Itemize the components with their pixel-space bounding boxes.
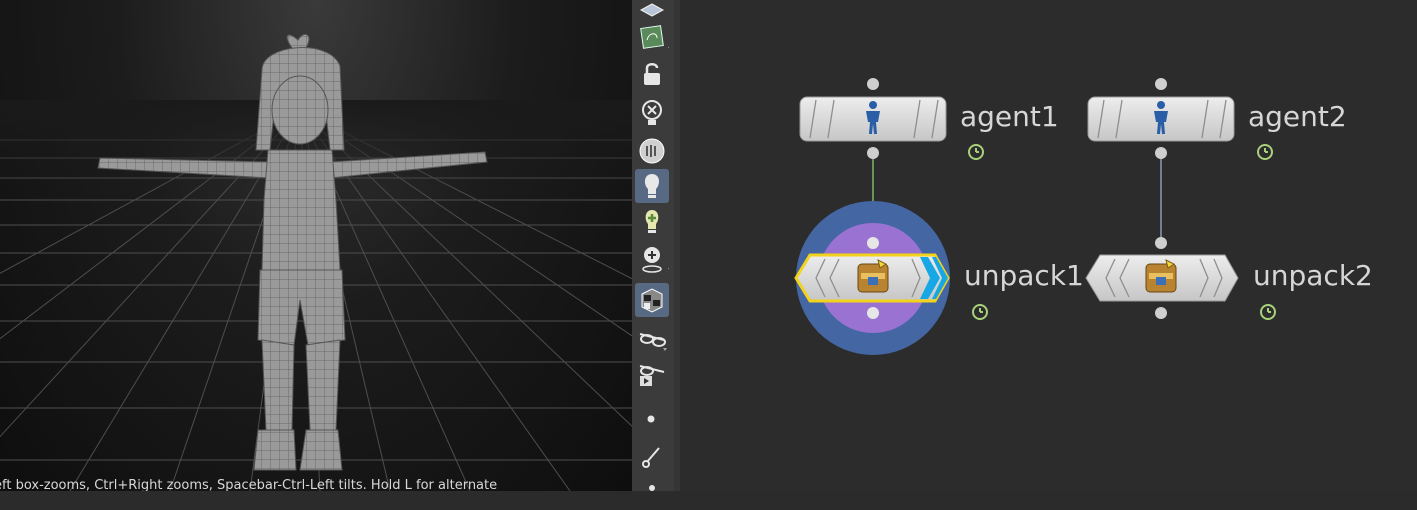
- clock-badge-icon: [968, 144, 984, 160]
- light-bulb-button[interactable]: [635, 169, 669, 203]
- treasure-chest-icon: [857, 259, 889, 293]
- light-target-icon: [642, 247, 669, 273]
- node-agent1[interactable]: [799, 78, 947, 159]
- viewport-canvas[interactable]: [0, 0, 632, 491]
- node-label-unpack2: unpack2: [1253, 259, 1373, 292]
- hide-light-icon: [642, 100, 662, 125]
- network-canvas[interactable]: [680, 0, 1417, 491]
- point-icon: [647, 415, 655, 423]
- node-label-unpack1: unpack1: [964, 259, 1084, 292]
- visualize-glasses-button[interactable]: [635, 320, 669, 354]
- node-agent2[interactable]: [1087, 78, 1235, 159]
- headlight-button[interactable]: [635, 134, 669, 168]
- display-options-button[interactable]: [635, 0, 669, 22]
- hide-light-button[interactable]: [635, 96, 669, 130]
- add-light-icon: [645, 210, 659, 233]
- shaded-cube-icon: [641, 288, 663, 313]
- clock-badge-icon: [1257, 144, 1273, 160]
- dot-icon: [649, 485, 655, 491]
- network-editor[interactable]: agent1 agent2 unpack1 unpack2: [680, 0, 1417, 491]
- add-light-button[interactable]: [635, 206, 669, 240]
- treasure-chest-icon: [1145, 259, 1177, 293]
- headlight-icon: [639, 138, 665, 164]
- lock-camera-icon: [644, 63, 660, 85]
- point-button[interactable]: [635, 402, 669, 436]
- scene-viewport[interactable]: eft box-zooms, Ctrl+Right zooms, Spaceba…: [0, 0, 632, 491]
- render-glasses-button[interactable]: [635, 356, 669, 390]
- snap-hook-icon: [642, 447, 660, 468]
- viewport-toolbar: [632, 0, 675, 491]
- viewport-status-text: eft box-zooms, Ctrl+Right zooms, Spaceba…: [0, 478, 498, 491]
- snap-hook-button[interactable]: [635, 440, 669, 474]
- display-options-icon: [639, 3, 665, 17]
- visualize-glasses-icon: [639, 333, 667, 351]
- light-bulb-icon: [644, 174, 660, 198]
- node-label-agent2: agent2: [1248, 100, 1347, 133]
- wireframe-toggle-button[interactable]: [635, 20, 669, 54]
- clock-badge-icon: [972, 304, 988, 320]
- node-label-agent1: agent1: [960, 100, 1059, 133]
- shaded-cube-button[interactable]: [635, 283, 669, 317]
- render-glasses-icon: [639, 365, 665, 386]
- wireframe-toggle-icon: [640, 25, 669, 49]
- clock-badge-icon: [1260, 304, 1276, 320]
- node-unpack2[interactable]: [1085, 237, 1239, 319]
- lock-camera-button[interactable]: [635, 58, 669, 92]
- more-tools-button[interactable]: [635, 476, 669, 510]
- light-target-button[interactable]: [635, 243, 669, 277]
